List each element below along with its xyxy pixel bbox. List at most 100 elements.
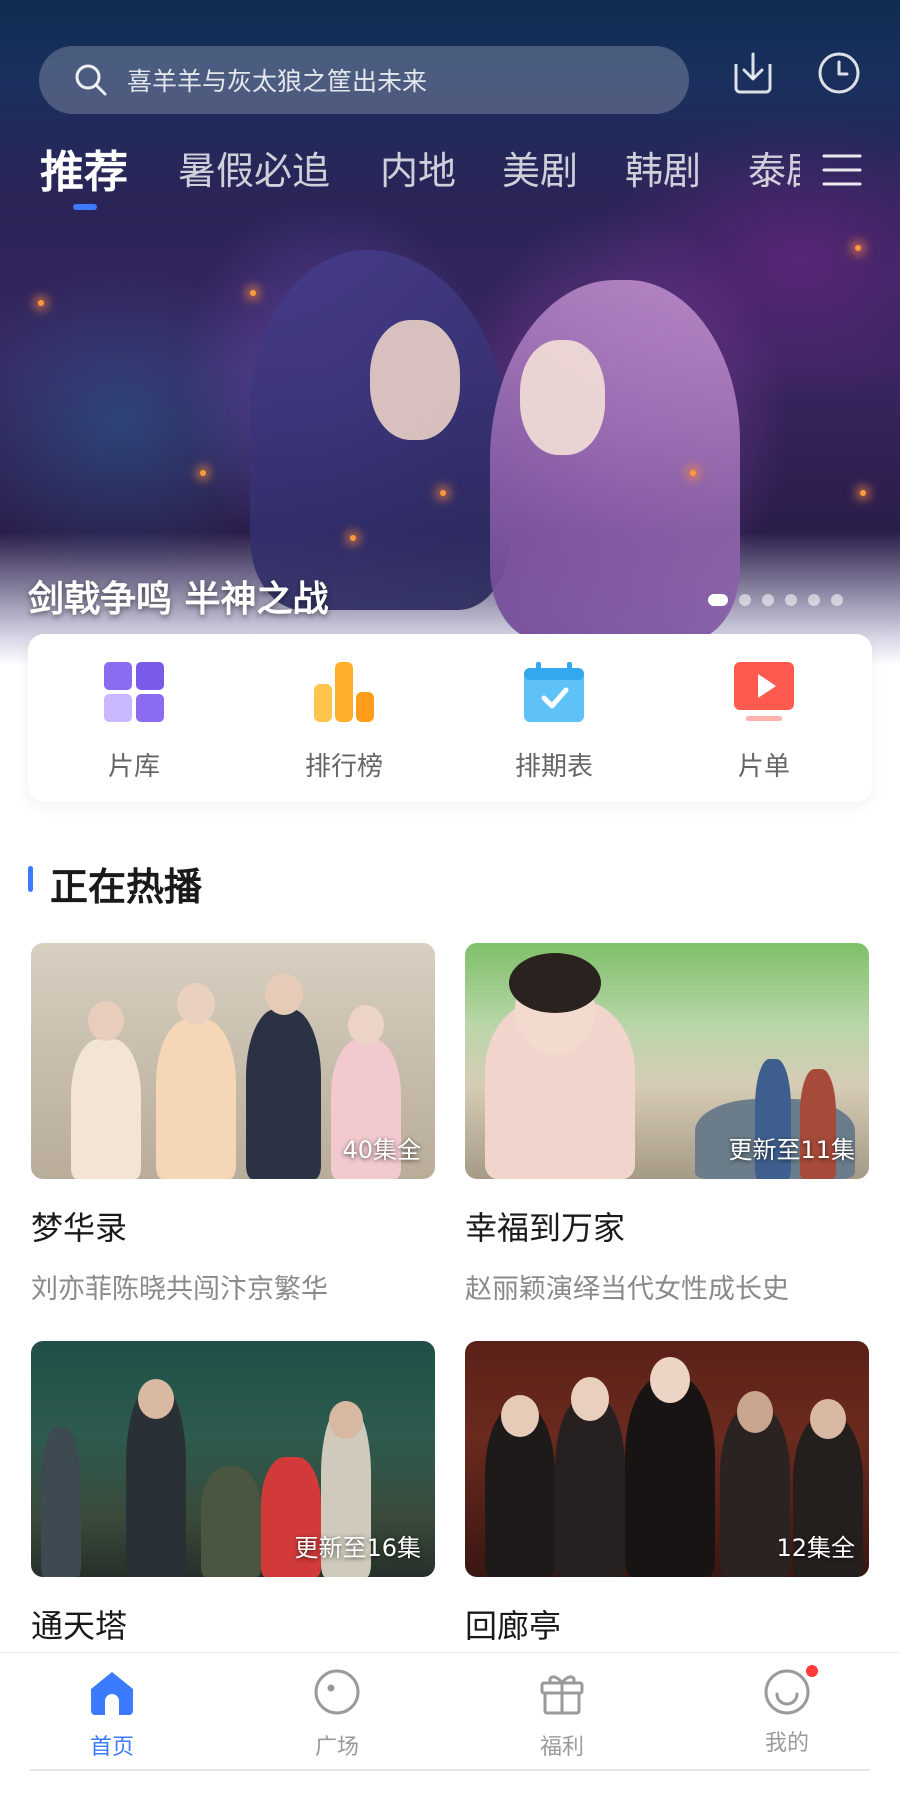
calendar-icon <box>524 662 584 722</box>
nav-label: 我的 <box>764 1731 809 1756</box>
quick-entry-label: 片库 <box>107 752 160 782</box>
episode-badge: 更新至11集 <box>728 1136 855 1164</box>
show-subtitle: 刘亦菲陈晓共闯汴京繁华 <box>31 1274 328 1305</box>
show-card[interactable]: 更新至11集 幸福到万家 赵丽颖演绎当代女性成长史 <box>465 943 869 1306</box>
quick-entries: 片库 排行榜 排期表 片单 <box>28 634 872 802</box>
carousel-dot <box>762 594 774 606</box>
poster-figure-head <box>650 1357 690 1403</box>
nav-profile[interactable]: 我的 <box>727 1663 847 1757</box>
nav-square[interactable]: 广场 <box>277 1667 397 1761</box>
tab-summer[interactable]: 暑假必追 <box>178 140 330 195</box>
episode-badge: 40集全 <box>342 1136 421 1164</box>
poster-figure <box>625 1377 715 1577</box>
hero-figure-right <box>490 280 740 640</box>
nav-home[interactable]: 首页 <box>52 1667 172 1761</box>
quick-entry-library[interactable]: 片库 <box>54 660 214 783</box>
hero-face-right <box>520 340 605 455</box>
poster-figure-hair <box>509 953 601 1013</box>
tab-mainland[interactable]: 内地 <box>380 140 456 195</box>
home-indicator-divider <box>30 1769 870 1771</box>
sparkle <box>860 490 866 496</box>
show-card[interactable]: 40集全 梦华录 刘亦菲陈晓共闯汴京繁华 <box>31 943 435 1306</box>
menu-icon[interactable] <box>822 152 862 188</box>
show-title: 幸福到万家 <box>465 1209 626 1247</box>
episode-badge: 12集全 <box>776 1534 855 1562</box>
show-subtitle: 赵丽颖演绎当代女性成长史 <box>465 1274 789 1305</box>
sparkle <box>855 245 861 251</box>
poster-figure-head <box>88 1001 124 1041</box>
gift-icon <box>540 1675 584 1715</box>
show-thumbnail: 更新至16集 <box>31 1341 435 1577</box>
sparkle <box>250 290 256 296</box>
poster-figure <box>246 1009 321 1179</box>
sparkle <box>38 300 44 306</box>
section-title: 正在热播 <box>50 865 203 909</box>
poster-figure-head <box>348 1005 384 1045</box>
show-title: 回廊亭 <box>465 1607 562 1645</box>
poster-figure-head <box>177 983 215 1025</box>
profile-icon-wrapper <box>762 1663 820 1717</box>
search-icon <box>75 64 107 96</box>
hero-title: 剑戟争鸣 半神之战 <box>28 579 329 620</box>
poster-figure <box>555 1397 625 1577</box>
notification-dot <box>804 1663 820 1679</box>
search-bar[interactable]: 喜羊羊与灰太狼之筐出未来 <box>39 46 689 114</box>
sparkle <box>200 470 206 476</box>
category-tabs: 推荐 暑假必追 内地 美剧 韩剧 泰剧 <box>0 140 900 210</box>
show-title: 梦华录 <box>31 1209 128 1247</box>
square-icon <box>314 1669 360 1715</box>
nav-label: 首页 <box>89 1735 134 1760</box>
quick-entry-label: 排期表 <box>514 752 593 782</box>
search-placeholder: 喜羊羊与灰太狼之筐出未来 <box>127 67 428 96</box>
show-card[interactable]: 更新至16集 通天塔 <box>31 1341 435 1647</box>
poster-figure-head <box>737 1391 773 1433</box>
poster-figure-head <box>138 1379 174 1419</box>
poster-figure-head <box>810 1399 846 1439</box>
quick-entry-ranking[interactable]: 排行榜 <box>264 660 424 783</box>
nav-label: 福利 <box>539 1735 584 1760</box>
hero-face-left <box>370 320 460 440</box>
quick-entry-label: 排行榜 <box>304 752 383 782</box>
show-thumbnail: 12集全 <box>465 1341 869 1577</box>
sparkle <box>690 470 696 476</box>
poster-figure <box>156 1019 236 1179</box>
show-card[interactable]: 12集全 回廊亭 <box>465 1341 869 1647</box>
carousel-dot-active <box>708 594 728 606</box>
library-icon <box>104 662 164 722</box>
sparkle <box>350 535 356 541</box>
poster-figure-head <box>329 1401 363 1439</box>
playlist-icon <box>734 662 794 721</box>
episode-badge: 更新至16集 <box>294 1534 421 1562</box>
nav-label: 广场 <box>314 1735 359 1760</box>
section-accent-bar <box>28 866 33 892</box>
hero-figure-left <box>250 250 510 610</box>
download-icon[interactable] <box>730 50 776 96</box>
ranking-icon <box>314 662 374 722</box>
carousel-dot <box>739 594 751 606</box>
tab-active-indicator <box>73 204 97 210</box>
carousel-indicator <box>708 594 843 606</box>
bottom-nav: 首页 广场 福利 我的 <box>0 1652 900 1800</box>
poster-figure-head <box>501 1395 539 1437</box>
history-icon[interactable] <box>816 50 862 96</box>
show-title: 通天塔 <box>31 1607 128 1645</box>
poster-figure <box>71 1039 141 1179</box>
top-bar: 喜羊羊与灰太狼之筐出未来 推荐 暑假必追 内地 美剧 韩剧 泰剧 <box>0 0 900 210</box>
poster-figure <box>41 1427 81 1577</box>
carousel-dot <box>831 594 843 606</box>
tab-korean-drama[interactable]: 韩剧 <box>625 140 701 195</box>
nav-welfare[interactable]: 福利 <box>502 1667 622 1761</box>
poster-figure-head <box>571 1377 609 1421</box>
tab-us-drama[interactable]: 美剧 <box>502 140 578 195</box>
carousel-dot <box>785 594 797 606</box>
poster-figure <box>201 1467 261 1577</box>
quick-entry-playlist[interactable]: 片单 <box>684 660 844 783</box>
carousel-dot <box>808 594 820 606</box>
tab-recommend[interactable]: 推荐 <box>40 140 128 200</box>
quick-entry-label: 片单 <box>737 752 790 782</box>
home-icon <box>91 1672 133 1715</box>
quick-entry-schedule[interactable]: 排期表 <box>474 660 634 783</box>
show-thumbnail: 更新至11集 <box>465 943 869 1179</box>
poster-figure-head <box>265 973 303 1015</box>
tab-thai-drama[interactable]: 泰剧 <box>748 140 800 195</box>
